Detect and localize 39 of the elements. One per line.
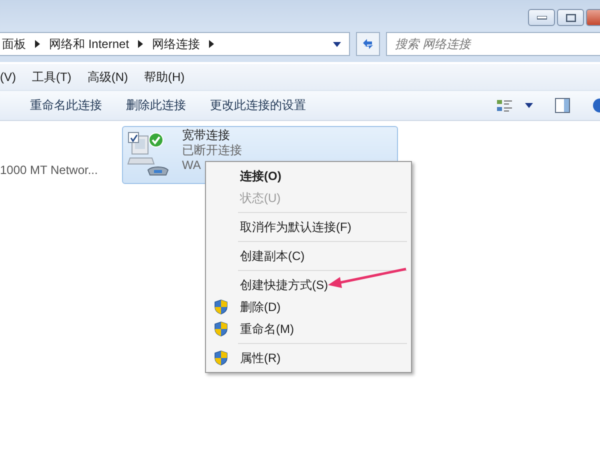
chevron-icon[interactable] <box>35 40 40 48</box>
maximize-icon <box>566 14 576 22</box>
device-name: WA <box>182 158 202 173</box>
context-menu-item[interactable]: 属性(R) <box>208 347 409 369</box>
dropdown-caret-icon[interactable] <box>525 103 533 108</box>
context-menu-item[interactable]: 重命名(M) <box>208 318 409 340</box>
toolbar-button[interactable]: 重命名此连接 <box>30 97 102 114</box>
shield-icon <box>214 321 228 337</box>
minimize-button[interactable] <box>528 9 555 26</box>
breadcrumb[interactable]: 网络和 Internet <box>49 36 130 52</box>
menu-item[interactable]: 高级(N) <box>87 68 128 86</box>
context-menu-item[interactable]: 取消作为默认连接(F) <box>208 216 409 238</box>
toolbar-button[interactable]: 更改此连接的设置 <box>210 97 306 114</box>
dropdown-caret-icon[interactable] <box>333 42 341 46</box>
refresh-icon <box>361 37 375 51</box>
toolbar-button[interactable]: 删除此连接 <box>126 97 186 114</box>
chevron-icon[interactable] <box>209 40 214 48</box>
breadcrumb[interactable]: 网络连接 <box>152 36 200 52</box>
menu-item[interactable]: (V) <box>0 70 16 84</box>
breadcrumb[interactable]: 面板 <box>2 36 26 52</box>
preview-pane-icon[interactable] <box>555 98 570 113</box>
chevron-icon[interactable] <box>138 40 144 48</box>
maximize-button[interactable] <box>557 9 584 26</box>
connection-status: 已断开连接 <box>182 143 242 158</box>
view-options-icon[interactable] <box>497 98 513 112</box>
context-menu-item[interactable]: 创建快捷方式(S) <box>208 274 409 296</box>
search-field[interactable]: 搜索 网络连接 <box>386 32 600 56</box>
address-bar[interactable]: 面板 网络和 Internet 网络连接 <box>0 32 350 56</box>
connection-name[interactable]: 1000 MT Networ... <box>0 163 98 177</box>
menu-item[interactable]: 帮助(H) <box>144 68 185 86</box>
menu-item[interactable]: 工具(T) <box>32 68 72 86</box>
connection-name: 宽带连接 <box>182 128 231 143</box>
minimize-icon <box>536 16 546 20</box>
context-menu-item[interactable]: 创建副本(C) <box>208 245 409 267</box>
shield-icon <box>214 350 228 366</box>
refresh-button[interactable] <box>356 32 380 56</box>
shield-icon <box>214 299 228 315</box>
checkbox[interactable] <box>128 132 139 143</box>
context-menu-item[interactable]: 删除(D) <box>208 296 409 318</box>
